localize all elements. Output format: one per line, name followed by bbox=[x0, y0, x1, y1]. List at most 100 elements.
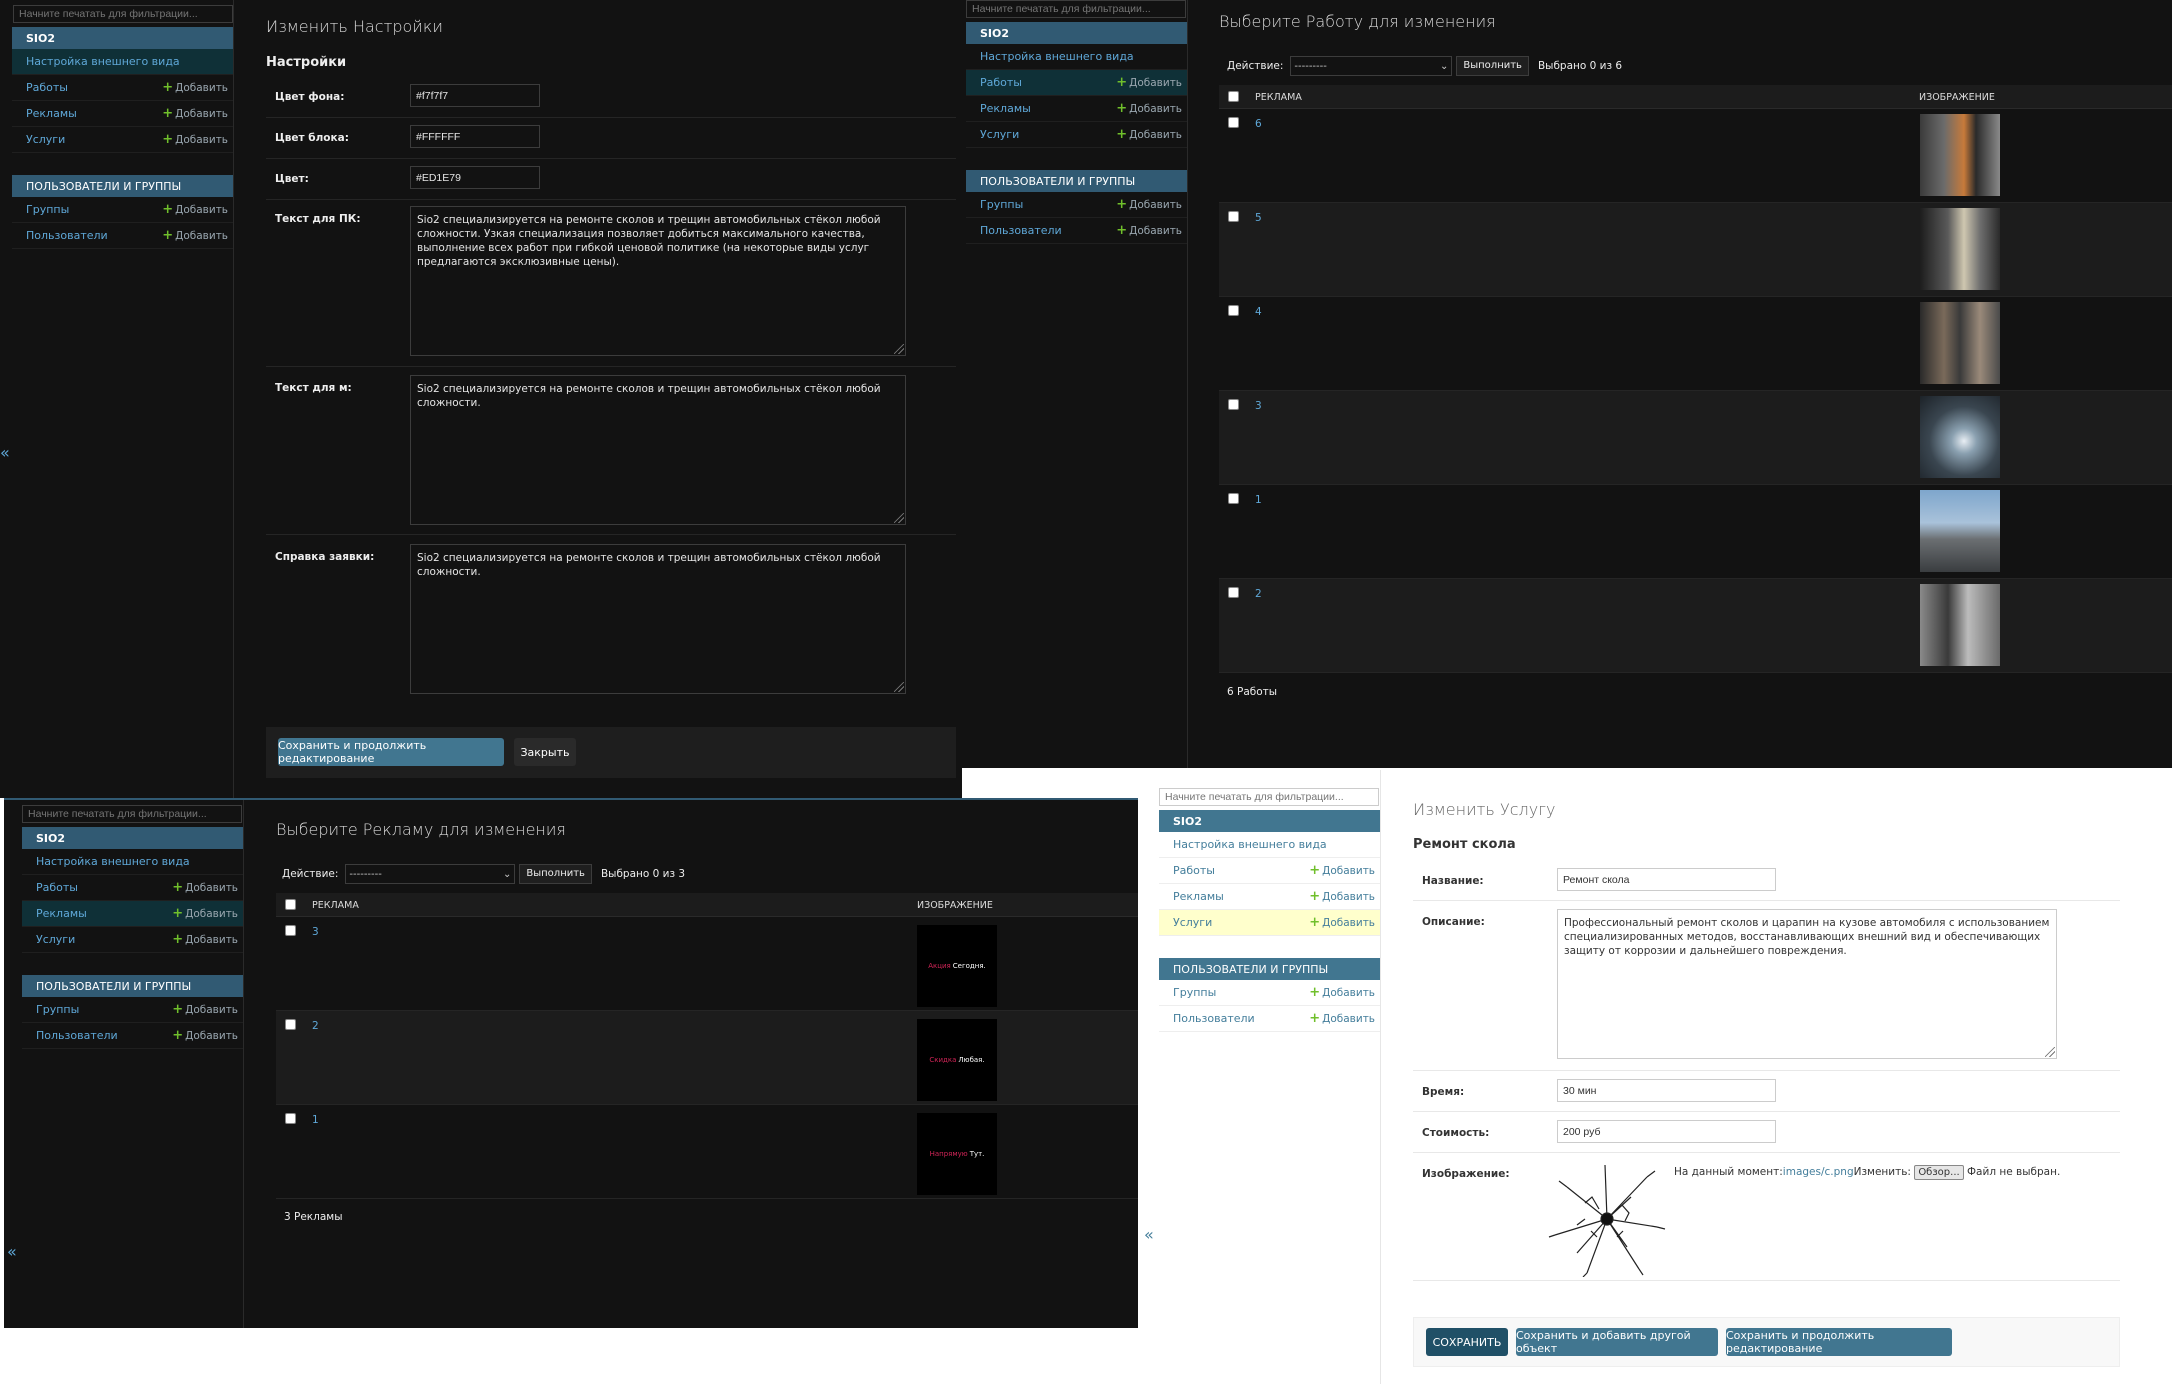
add-button[interactable]: + Добавить bbox=[1309, 889, 1375, 904]
save-add-another-button[interactable]: Сохранить и добавить другой объект bbox=[1516, 1328, 1718, 1356]
add-button[interactable]: + Добавить bbox=[1116, 75, 1182, 90]
sidebar-item-works[interactable]: Работы + Добавить bbox=[966, 70, 1187, 96]
row-link[interactable]: 6 bbox=[1255, 118, 1262, 130]
row-link[interactable]: 4 bbox=[1255, 306, 1262, 318]
add-button[interactable]: + Добавить bbox=[162, 80, 228, 95]
sidebar-item-label[interactable]: Работы bbox=[980, 76, 1022, 89]
save-continue-button[interactable]: Сохранить и продолжить редактирование bbox=[278, 738, 504, 766]
sidebar-item-label[interactable]: Группы bbox=[26, 203, 69, 216]
row-checkbox[interactable] bbox=[285, 1019, 296, 1030]
add-button[interactable]: + Добавить bbox=[1309, 863, 1375, 878]
add-button[interactable]: + Добавить bbox=[172, 932, 238, 947]
sidebar-item-label[interactable]: Группы bbox=[1173, 986, 1216, 999]
close-button[interactable]: Закрыть bbox=[514, 738, 576, 766]
nav-filter-input[interactable] bbox=[966, 0, 1186, 18]
add-button[interactable]: + Добавить bbox=[172, 880, 238, 895]
sidebar-item-appearance[interactable]: Настройка внешнего вида bbox=[22, 849, 243, 875]
sidebar-item-services[interactable]: Услуги + Добавить bbox=[966, 122, 1187, 148]
nav-filter-input[interactable] bbox=[1159, 788, 1379, 806]
current-file-link[interactable]: images/c.png bbox=[1783, 1166, 1854, 1178]
add-button[interactable]: + Добавить bbox=[162, 132, 228, 147]
block-color-input[interactable] bbox=[410, 125, 540, 148]
sidebar-item-ads[interactable]: Рекламы + Добавить bbox=[22, 901, 243, 927]
sidebar-item-groups[interactable]: Группы + Добавить bbox=[966, 192, 1187, 218]
description-textarea[interactable]: Профессиональный ремонт сколов и царапин… bbox=[1557, 909, 2057, 1059]
sidebar-item-label[interactable]: Настройка внешнего вида bbox=[1173, 838, 1327, 851]
row-checkbox[interactable] bbox=[1228, 305, 1239, 316]
sidebar-item-appearance[interactable]: Настройка внешнего вида bbox=[12, 49, 233, 75]
row-checkbox[interactable] bbox=[285, 925, 296, 936]
module-auth-header[interactable]: ПОЛЬЗОВАТЕЛИ И ГРУППЫ bbox=[22, 975, 243, 997]
row-link[interactable]: 1 bbox=[312, 1114, 319, 1126]
row-checkbox[interactable] bbox=[285, 1113, 296, 1124]
name-input[interactable] bbox=[1557, 868, 1776, 891]
add-button[interactable]: + Добавить bbox=[1116, 223, 1182, 238]
sidebar-item-label[interactable]: Услуги bbox=[36, 933, 75, 946]
sidebar-item-groups[interactable]: Группы + Добавить bbox=[1159, 980, 1380, 1006]
sidebar-item-label[interactable]: Пользователи bbox=[980, 224, 1062, 237]
row-link[interactable]: 3 bbox=[312, 926, 319, 938]
sidebar-item-works[interactable]: Работы + Добавить bbox=[12, 75, 233, 101]
row-checkbox[interactable] bbox=[1228, 587, 1239, 598]
sidebar-item-groups[interactable]: Группы + Добавить bbox=[22, 997, 243, 1023]
add-button[interactable]: + Добавить bbox=[1116, 101, 1182, 116]
sidebar-item-works[interactable]: Работы + Добавить bbox=[22, 875, 243, 901]
row-checkbox[interactable] bbox=[1228, 117, 1239, 128]
row-link[interactable]: 1 bbox=[1255, 494, 1262, 506]
sidebar-item-label[interactable]: Услуги bbox=[26, 133, 65, 146]
sidebar-item-label[interactable]: Пользователи bbox=[36, 1029, 118, 1042]
row-checkbox[interactable] bbox=[1228, 211, 1239, 222]
pc-text-textarea[interactable]: Sio2 специализируется на ремонте сколов … bbox=[410, 206, 906, 356]
module-sio2-header[interactable]: SIO2 bbox=[1159, 810, 1380, 832]
sidebar-item-groups[interactable]: Группы + Добавить bbox=[12, 197, 233, 223]
sidebar-item-ads[interactable]: Рекламы + Добавить bbox=[966, 96, 1187, 122]
action-select[interactable]: --------- ⌄ bbox=[1290, 56, 1453, 76]
module-sio2-header[interactable]: SIO2 bbox=[22, 827, 243, 849]
add-button[interactable]: + Добавить bbox=[1116, 127, 1182, 142]
sidebar-item-label[interactable]: Группы bbox=[980, 198, 1023, 211]
sidebar-item-label[interactable]: Рекламы bbox=[36, 907, 87, 920]
browse-button[interactable]: Обзор... bbox=[1914, 1165, 1964, 1180]
save-continue-button[interactable]: Сохранить и продолжить редактирование bbox=[1726, 1328, 1952, 1356]
add-button[interactable]: + Добавить bbox=[1116, 197, 1182, 212]
resize-grip-icon[interactable] bbox=[894, 344, 904, 354]
sidebar-item-label[interactable]: Настройка внешнего вида bbox=[36, 855, 190, 868]
module-sio2-header[interactable]: SIO2 bbox=[12, 27, 233, 49]
add-button[interactable]: + Добавить bbox=[1309, 915, 1375, 930]
sidebar-collapse-button[interactable]: « bbox=[0, 443, 10, 462]
nav-filter-input[interactable] bbox=[22, 805, 242, 823]
m-text-textarea[interactable]: Sio2 специализируется на ремонте сколов … bbox=[410, 375, 906, 525]
add-button[interactable]: + Добавить bbox=[172, 1002, 238, 1017]
module-auth-header[interactable]: ПОЛЬЗОВАТЕЛИ И ГРУППЫ bbox=[12, 175, 233, 197]
sidebar-item-users[interactable]: Пользователи + Добавить bbox=[22, 1023, 243, 1049]
sidebar-item-services[interactable]: Услуги + Добавить bbox=[12, 127, 233, 153]
sidebar-item-ads[interactable]: Рекламы + Добавить bbox=[1159, 884, 1380, 910]
module-auth-header[interactable]: ПОЛЬЗОВАТЕЛИ И ГРУППЫ bbox=[1159, 958, 1380, 980]
column-header-image[interactable]: ИЗОБРАЖЕНИЕ bbox=[917, 900, 993, 911]
add-button[interactable]: + Добавить bbox=[172, 1028, 238, 1043]
time-input[interactable] bbox=[1557, 1079, 1776, 1102]
sidebar-item-label[interactable]: Пользователи bbox=[26, 229, 108, 242]
row-link[interactable]: 3 bbox=[1255, 400, 1262, 412]
resize-grip-icon[interactable] bbox=[894, 682, 904, 692]
price-input[interactable] bbox=[1557, 1120, 1776, 1143]
sidebar-item-services[interactable]: Услуги + Добавить bbox=[1159, 910, 1380, 936]
column-header-ad[interactable]: РЕКЛАМА bbox=[1255, 92, 1302, 103]
row-link[interactable]: 2 bbox=[312, 1020, 319, 1032]
sidebar-item-appearance[interactable]: Настройка внешнего вида bbox=[1159, 832, 1380, 858]
add-button[interactable]: + Добавить bbox=[1309, 1011, 1375, 1026]
bg-color-input[interactable] bbox=[410, 84, 540, 107]
select-all-checkbox[interactable] bbox=[285, 899, 296, 910]
sidebar-item-label[interactable]: Группы bbox=[36, 1003, 79, 1016]
sidebar-item-label[interactable]: Настройка внешнего вида bbox=[26, 55, 180, 68]
sidebar-item-works[interactable]: Работы + Добавить bbox=[1159, 858, 1380, 884]
sidebar-item-label[interactable]: Услуги bbox=[980, 128, 1019, 141]
sidebar-item-label[interactable]: Работы bbox=[36, 881, 78, 894]
sidebar-item-label[interactable]: Пользователи bbox=[1173, 1012, 1255, 1025]
sidebar-item-label[interactable]: Рекламы bbox=[980, 102, 1031, 115]
sidebar-item-label[interactable]: Работы bbox=[1173, 864, 1215, 877]
sidebar-collapse-button[interactable]: « bbox=[7, 1242, 17, 1261]
add-button[interactable]: + Добавить bbox=[162, 202, 228, 217]
sidebar-collapse-button[interactable]: « bbox=[1144, 1225, 1154, 1244]
run-action-button[interactable]: Выполнить bbox=[519, 864, 592, 884]
